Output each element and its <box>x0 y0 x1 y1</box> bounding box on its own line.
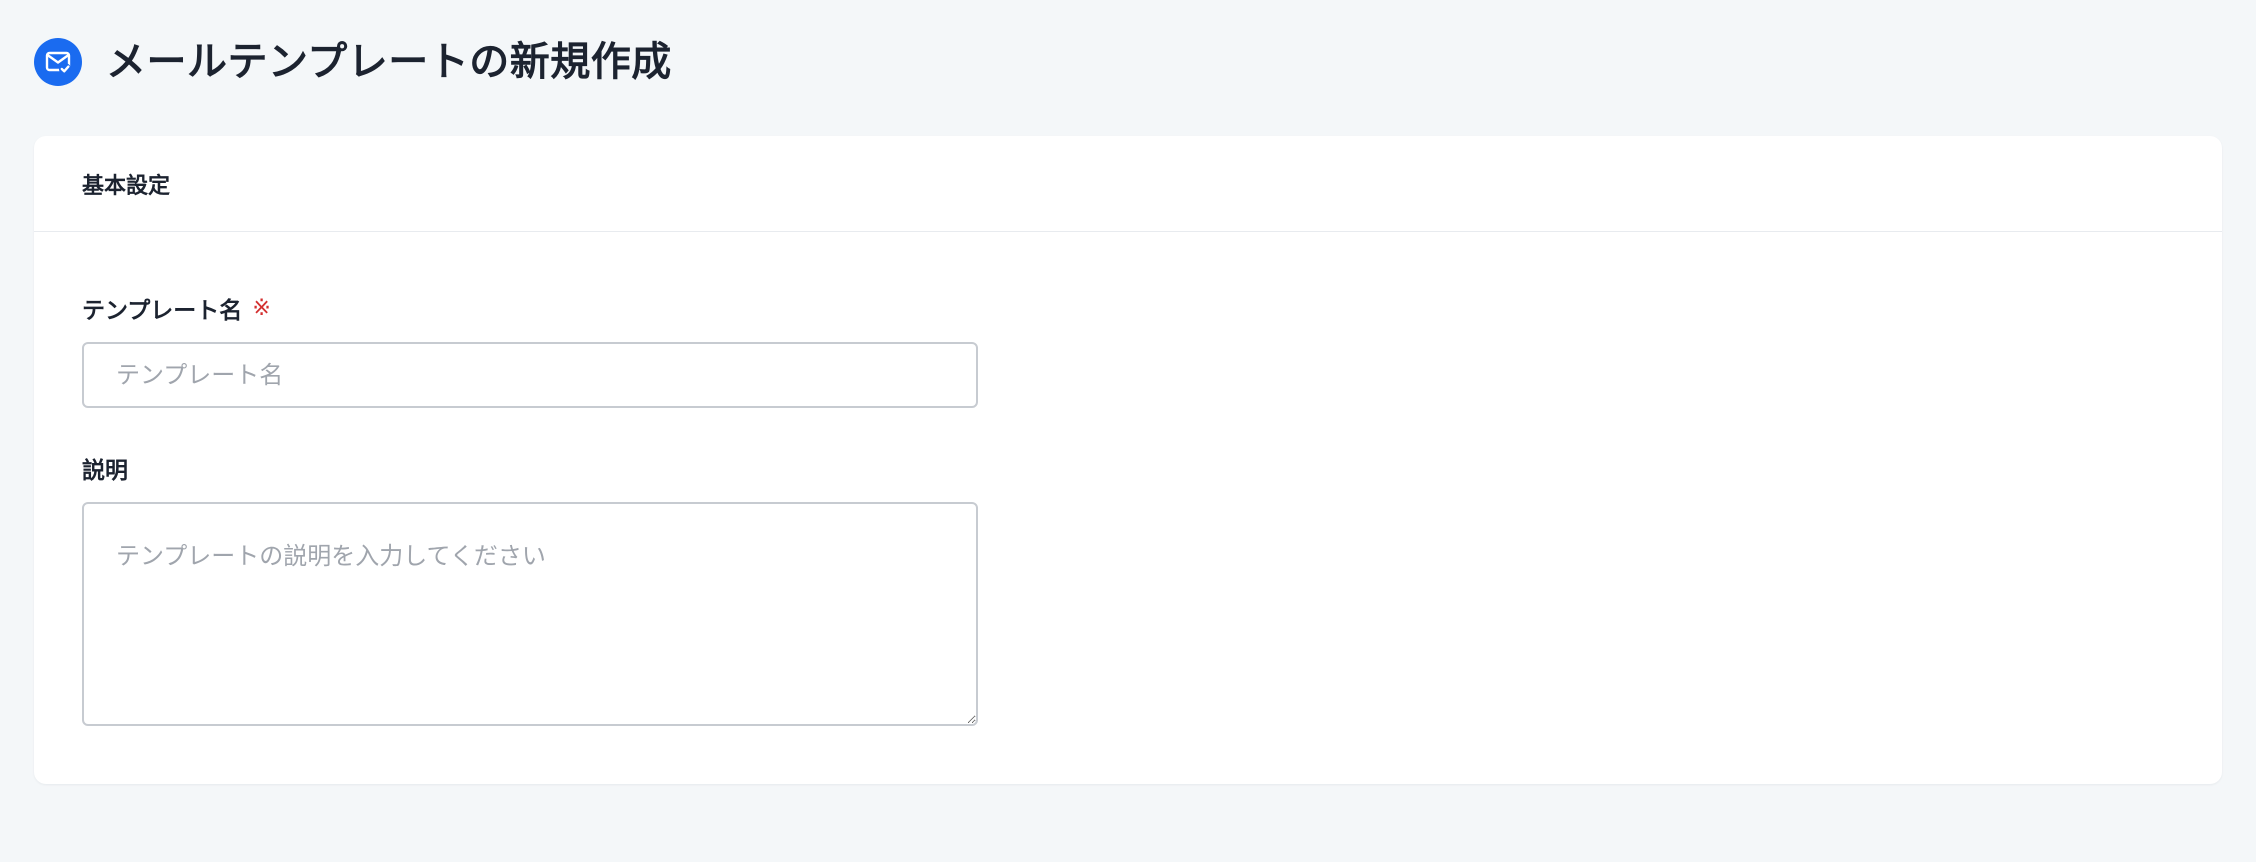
page-header: メールテンプレートの新規作成 <box>34 34 672 90</box>
card-title: 基本設定 <box>82 173 171 199</box>
template-name-label-text: テンプレート名 <box>82 298 243 324</box>
template-name-input[interactable] <box>82 342 978 408</box>
description-label: 説明 <box>82 452 128 484</box>
description-textarea[interactable] <box>82 502 978 726</box>
page-title: メールテンプレートの新規作成 <box>106 39 672 85</box>
mail-check-icon <box>34 38 82 86</box>
required-mark: ※ <box>252 295 271 321</box>
description-label-text: 説明 <box>82 458 128 484</box>
card-header: 基本設定 <box>34 136 2222 232</box>
template-name-label: テンプレート名 ※ <box>82 292 271 325</box>
basic-settings-card: 基本設定 テンプレート名 ※ 説明 <box>34 136 2222 784</box>
